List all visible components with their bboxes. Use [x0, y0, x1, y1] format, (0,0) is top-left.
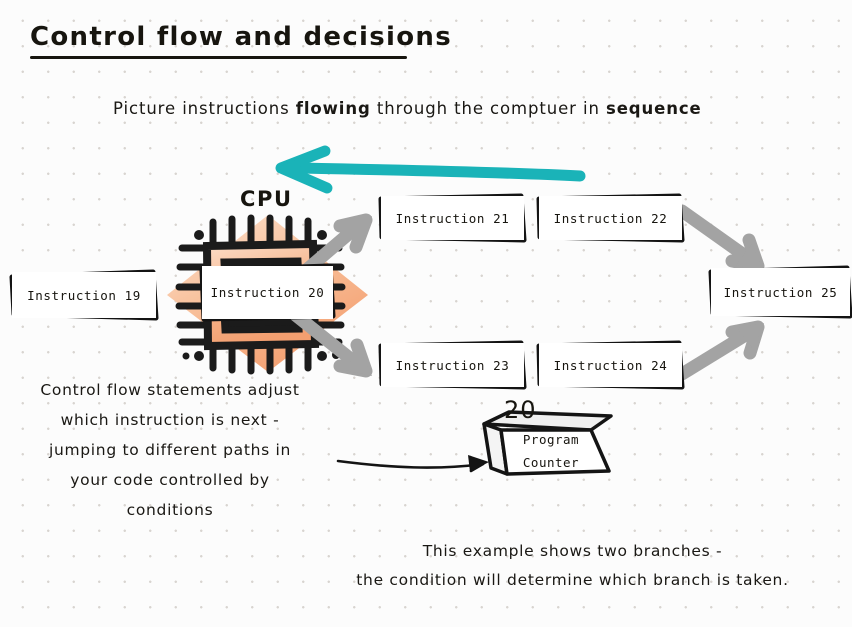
instruction-23-label: Instruction 23 [395, 357, 510, 373]
instruction-box-19[interactable]: Instruction 19 [12, 272, 156, 318]
arrow-instruction-22-to-25 [675, 204, 765, 273]
caption-bottom-line-2: the condition will determine which branc… [356, 571, 789, 589]
instruction-box-22[interactable]: Instruction 22 [539, 196, 682, 240]
cpu-label: CPU [240, 187, 293, 211]
instruction-box-23[interactable]: Instruction 23 [381, 343, 524, 387]
caption-left-line-5: conditions [126, 501, 214, 519]
program-counter-pointer-arrow [336, 455, 489, 473]
instruction-20-label: Instruction 20 [210, 285, 325, 300]
diagram-canvas: Control flow and decisions Picture instr… [0, 0, 852, 627]
instruction-19-label: Instruction 19 [27, 287, 141, 303]
caption-left: Control flow statements adjust which ins… [10, 375, 330, 525]
caption-left-line-1: Control flow statements adjust [40, 381, 300, 399]
instruction-box-21[interactable]: Instruction 21 [381, 196, 524, 240]
caption-left-line-3: jumping to different paths in [48, 441, 292, 459]
arrow-instruction-24-to-25 [675, 320, 765, 381]
caption-bottom: This example shows two branches - the co… [300, 537, 845, 595]
program-counter-label: Program Counter [506, 428, 596, 474]
program-counter-label-line-1: Program [522, 432, 580, 447]
caption-left-line-2: which instruction is next - [60, 411, 280, 429]
instruction-box-20-current[interactable]: Instruction 20 [202, 266, 333, 319]
instruction-22-label: Instruction 22 [553, 210, 668, 226]
program-counter-value: 20 [504, 396, 537, 424]
instruction-21-label: Instruction 21 [395, 210, 510, 226]
caption-bottom-line-1: This example shows two branches - [422, 542, 723, 560]
caption-left-line-4: your code controlled by [70, 471, 270, 489]
program-counter-label-line-2: Counter [522, 455, 580, 470]
instruction-24-label: Instruction 24 [553, 357, 668, 373]
instruction-box-25[interactable]: Instruction 25 [711, 268, 850, 316]
instruction-box-24[interactable]: Instruction 24 [539, 343, 682, 387]
instruction-25-label: Instruction 25 [723, 284, 838, 300]
teal-feedback-arrow [275, 145, 586, 194]
